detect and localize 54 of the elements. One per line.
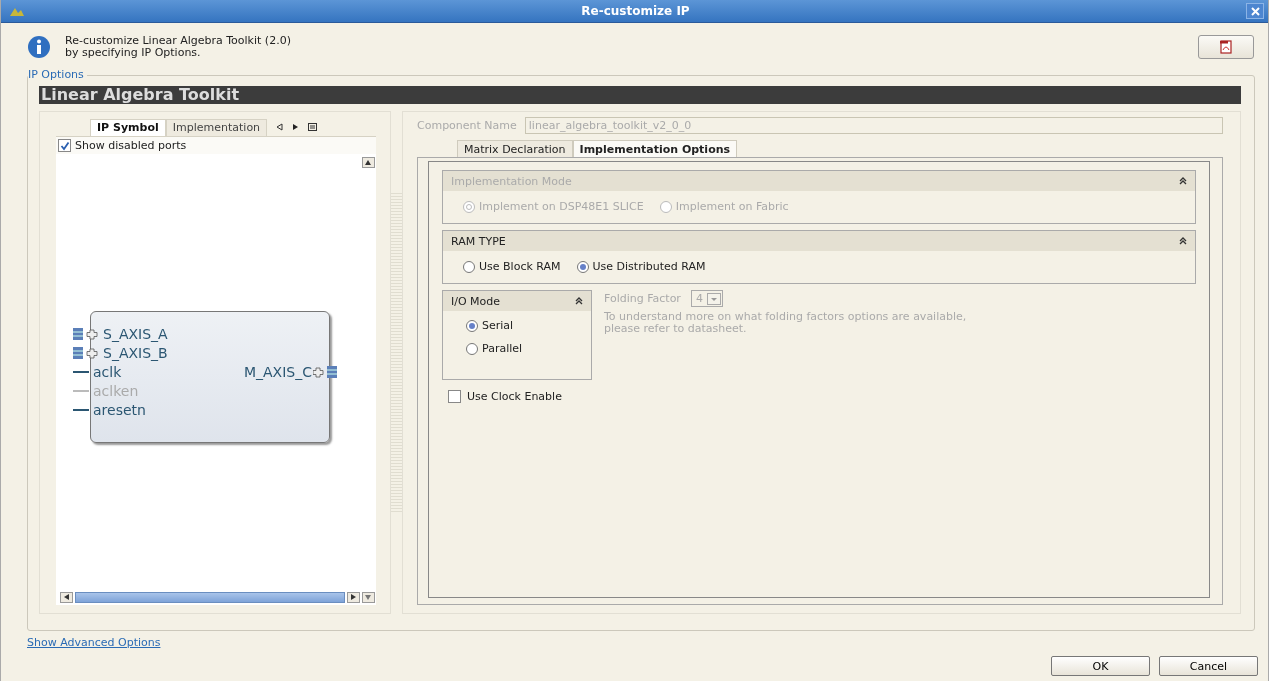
section-header[interactable]: RAM TYPE bbox=[443, 231, 1195, 251]
checkbox-label: Use Clock Enable bbox=[467, 390, 562, 403]
vertical-scrollbar[interactable] bbox=[360, 154, 376, 605]
field-label: Folding Factor bbox=[604, 292, 681, 305]
port-label: aclk bbox=[93, 363, 122, 380]
scroll-up-icon[interactable] bbox=[361, 157, 375, 168]
ip-name-banner: Linear Algebra Toolkit bbox=[39, 86, 1241, 104]
wire-pin-icon bbox=[73, 407, 89, 412]
pdf-icon bbox=[1219, 40, 1233, 54]
documentation-button[interactable] bbox=[1198, 35, 1254, 59]
header-message: Re-customize Linear Algebra Toolkit (2.0) by specifying IP Options. bbox=[65, 35, 292, 59]
radio-button[interactable] bbox=[576, 260, 589, 273]
tab[interactable]: IP Symbol bbox=[90, 118, 166, 136]
tab[interactable]: Matrix Declaration bbox=[457, 140, 573, 157]
tab[interactable]: Implementation bbox=[165, 118, 268, 136]
radio-label: Use Distributed RAM bbox=[592, 260, 706, 273]
checkbox[interactable] bbox=[58, 139, 71, 152]
port-label: S_AXIS_A bbox=[103, 325, 168, 342]
help-text: To understand more on what folding factors options are available, please refer to datasheet. bbox=[604, 311, 967, 335]
collapse-icon[interactable] bbox=[1179, 237, 1187, 245]
close-button[interactable] bbox=[1246, 3, 1264, 19]
radio-button[interactable] bbox=[466, 342, 478, 355]
collapse-icon[interactable] bbox=[575, 297, 583, 305]
port-label: aclken bbox=[93, 382, 139, 399]
radio-button[interactable] bbox=[466, 319, 478, 332]
wire-pin-icon bbox=[73, 369, 89, 374]
dialog-button[interactable]: Cancel bbox=[1159, 656, 1258, 676]
show-advanced-options-link[interactable]: Show Advanced Options bbox=[27, 636, 161, 681]
tab[interactable]: Implementation Options bbox=[572, 140, 738, 157]
scroll-right-icon[interactable] bbox=[347, 591, 360, 603]
group-legend: IP Options bbox=[28, 68, 87, 81]
radio-label: Serial bbox=[482, 319, 514, 332]
field-label: Component Name bbox=[417, 118, 517, 132]
radio-label: Implement on Fabric bbox=[675, 200, 789, 213]
checkbox[interactable] bbox=[448, 390, 461, 403]
info-icon bbox=[27, 35, 51, 59]
dialog-button[interactable]: OK bbox=[1051, 656, 1150, 676]
radio-label: Parallel bbox=[482, 342, 523, 355]
close-icon bbox=[1250, 6, 1260, 16]
port-label: aresetn bbox=[93, 401, 146, 418]
checkbox-label: Show disabled ports bbox=[75, 139, 187, 152]
port-label: S_AXIS_B bbox=[103, 344, 168, 361]
radio-label: Use Block RAM bbox=[479, 260, 561, 273]
list-icon[interactable] bbox=[308, 123, 318, 131]
section-header[interactable]: I/O Mode bbox=[443, 291, 591, 311]
scroll-left-icon[interactable] bbox=[60, 591, 73, 603]
radio-label: Implement on DSP48E1 SLICE bbox=[479, 200, 644, 213]
radio-button[interactable] bbox=[463, 260, 475, 273]
scroll-down-icon[interactable] bbox=[361, 592, 375, 603]
previous-icon[interactable] bbox=[276, 123, 284, 131]
window-title: Re-customize IP bbox=[580, 4, 691, 18]
port-label: M_AXIS_C bbox=[243, 363, 312, 380]
next-icon[interactable] bbox=[292, 123, 300, 131]
wire-pin-icon bbox=[73, 388, 89, 393]
